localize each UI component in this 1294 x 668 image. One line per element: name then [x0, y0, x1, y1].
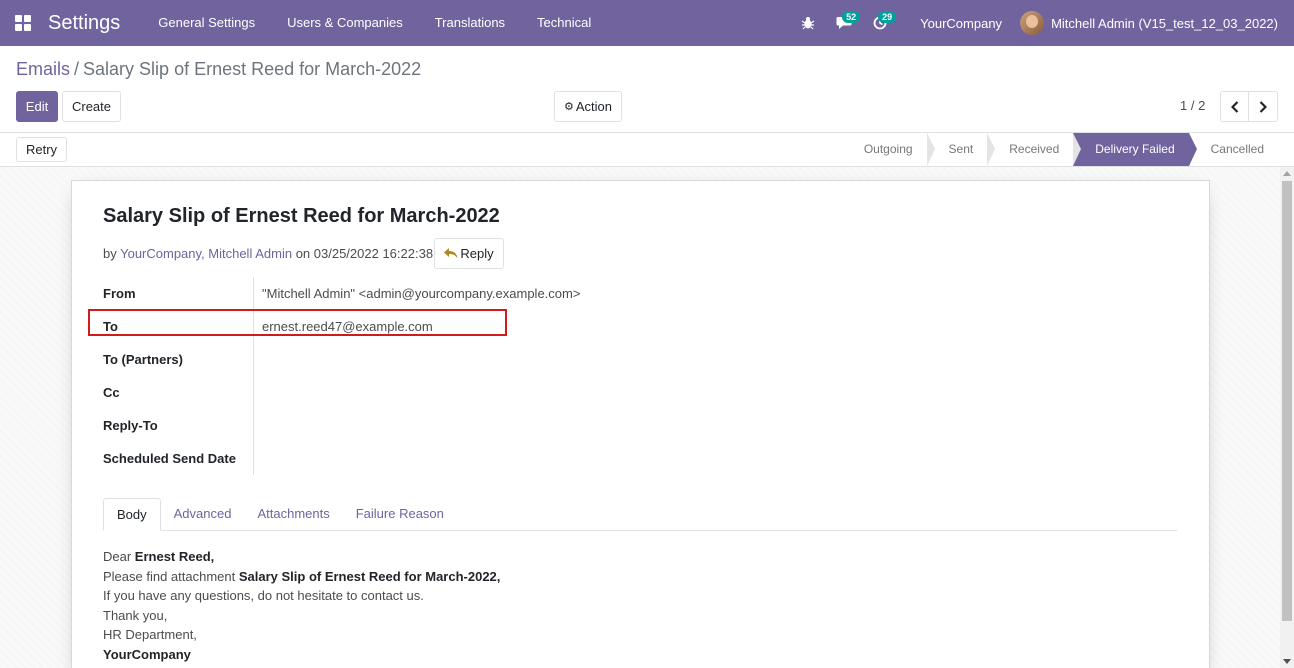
- create-button[interactable]: Create: [62, 91, 121, 122]
- field-label-to-partners: To (Partners): [103, 352, 183, 367]
- activities-badge: 29: [878, 11, 897, 23]
- body-line-questions: If you have any questions, do not hesita…: [103, 588, 424, 603]
- gear-icon: ⚙: [563, 101, 574, 113]
- breadcrumb: Emails / Salary Slip of Ernest Reed for …: [16, 59, 421, 80]
- field-value-scheduled-date[interactable]: [253, 442, 262, 475]
- stage-cancelled[interactable]: Cancelled: [1189, 133, 1278, 166]
- mail-author-link[interactable]: YourCompany, Mitchell Admin: [120, 246, 292, 261]
- body-line-thanks: Thank you,: [103, 607, 168, 623]
- app-title[interactable]: Settings: [48, 12, 120, 35]
- breadcrumb-current: Salary Slip of Ernest Reed for March-202…: [83, 59, 422, 79]
- stage-received[interactable]: Received: [987, 133, 1082, 166]
- activities-clock-icon[interactable]: 29: [862, 0, 898, 46]
- field-cc: Cc: [103, 376, 1177, 409]
- menu-technical[interactable]: Technical: [521, 0, 607, 46]
- form-sheet: Salary Slip of Ernest Reed for March-202…: [71, 180, 1210, 668]
- field-value-to-partners[interactable]: [253, 343, 262, 376]
- retry-button[interactable]: Retry: [16, 137, 67, 162]
- scrollbar-thumb[interactable]: [1282, 181, 1292, 621]
- body-line-attachment: Please find attachment Salary Slip of Er…: [103, 568, 501, 584]
- body-line-greeting: Dear Ernest Reed,: [103, 549, 215, 564]
- breadcrumb-separator: /: [74, 59, 80, 79]
- pager-counter[interactable]: 1 / 2: [1180, 98, 1205, 113]
- body-line-department: HR Department,: [103, 627, 197, 642]
- control-panel: Emails / Salary Slip of Ernest Reed for …: [0, 46, 1294, 133]
- scroll-up-arrow-icon[interactable]: [1283, 171, 1291, 176]
- reply-arrow-icon: [444, 246, 458, 262]
- messages-chat-icon[interactable]: 52: [826, 0, 862, 46]
- field-to-partners: To (Partners): [103, 343, 1177, 376]
- status-stages: Outgoing Sent Received Delivery Failed C…: [842, 133, 1278, 166]
- tab-advanced[interactable]: Advanced: [161, 498, 245, 530]
- tab-body[interactable]: Body: [103, 498, 161, 531]
- user-avatar: [1020, 11, 1045, 35]
- breadcrumb-emails-link[interactable]: Emails: [16, 59, 70, 80]
- messages-badge: 52: [842, 11, 861, 23]
- field-value-reply-to[interactable]: [253, 409, 262, 442]
- field-from: From "Mitchell Admin" <admin@yourcompany…: [103, 277, 1177, 310]
- reply-label: Reply: [460, 246, 494, 261]
- tab-failure-reason[interactable]: Failure Reason: [343, 498, 457, 530]
- menu-translations[interactable]: Translations: [419, 0, 521, 46]
- field-value-cc[interactable]: [253, 376, 262, 409]
- field-value-from[interactable]: "Mitchell Admin" <admin@yourcompany.exam…: [253, 277, 580, 310]
- mail-subject: Salary Slip of Ernest Reed for March-202…: [103, 205, 500, 227]
- field-label-scheduled-date: Scheduled Send Date: [103, 451, 236, 466]
- to-field-highlight-box: [88, 309, 507, 336]
- action-label: Action: [575, 99, 612, 114]
- edit-button[interactable]: Edit: [16, 91, 58, 122]
- top-navbar: Settings General Settings Users & Compan…: [0, 0, 1294, 46]
- stage-outgoing[interactable]: Outgoing: [842, 133, 935, 166]
- company-switcher[interactable]: YourCompany: [898, 16, 1020, 31]
- scroll-down-arrow-icon[interactable]: [1283, 659, 1291, 664]
- chevron-left-icon: [1230, 100, 1238, 113]
- mail-byline: by YourCompany, Mitchell Admin on 03/25/…: [103, 246, 433, 261]
- tab-attachments[interactable]: Attachments: [244, 498, 342, 530]
- user-menu[interactable]: Mitchell Admin (V15_test_12_03_2022): [1020, 11, 1294, 35]
- debug-bug-icon[interactable]: [790, 0, 826, 46]
- chevron-right-icon: [1259, 100, 1267, 113]
- body-line-company: YourCompany: [103, 646, 191, 662]
- user-name: Mitchell Admin (V15_test_12_03_2022): [1051, 15, 1278, 31]
- mail-date: on 03/25/2022 16:22:38: [292, 246, 434, 261]
- form-statusbar: Retry Outgoing Sent Received Delivery Fa…: [0, 133, 1294, 167]
- mail-body: Dear Ernest Reed, Please find attachment…: [103, 547, 500, 664]
- field-label-from: From: [103, 286, 136, 301]
- reply-button[interactable]: Reply: [434, 238, 504, 269]
- apps-menu-icon[interactable]: [0, 0, 46, 46]
- field-label-cc: Cc: [103, 385, 120, 400]
- mail-fields: From "Mitchell Admin" <admin@yourcompany…: [103, 277, 1177, 475]
- menu-general-settings[interactable]: General Settings: [142, 0, 271, 46]
- main-menu: General Settings Users & Companies Trans…: [142, 0, 607, 46]
- field-scheduled-date: Scheduled Send Date: [103, 442, 1177, 475]
- field-label-reply-to: Reply-To: [103, 418, 158, 433]
- pager-next-button[interactable]: [1248, 91, 1278, 122]
- pager-previous-button[interactable]: [1220, 91, 1249, 122]
- byline-prefix: by: [103, 246, 121, 261]
- action-button[interactable]: ⚙ Action: [554, 91, 622, 122]
- stage-sent[interactable]: Sent: [927, 133, 995, 166]
- vertical-scrollbar[interactable]: [1280, 167, 1294, 668]
- stage-delivery-failed[interactable]: Delivery Failed: [1073, 133, 1198, 166]
- field-reply-to: Reply-To: [103, 409, 1177, 442]
- menu-users-companies[interactable]: Users & Companies: [271, 0, 419, 46]
- notebook-tabs: Body Advanced Attachments Failure Reason: [103, 498, 1177, 531]
